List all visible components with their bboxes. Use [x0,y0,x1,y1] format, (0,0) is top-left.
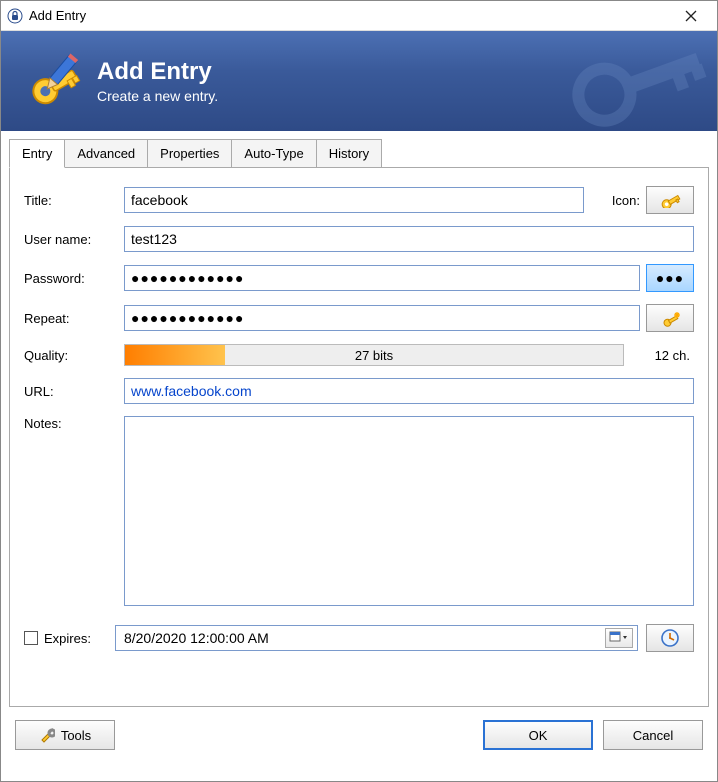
url-input[interactable] [124,378,694,404]
tab-history[interactable]: History [316,139,382,168]
expires-value: 8/20/2020 12:00:00 AM [124,630,269,646]
username-label: User name: [24,232,124,247]
expires-datepicker[interactable]: 8/20/2020 12:00:00 AM [115,625,638,651]
tools-icon [39,727,55,743]
quality-label: Quality: [24,348,124,363]
banner-subheading: Create a new entry. [97,88,218,104]
show-password-button[interactable]: ●●● [646,264,694,292]
tools-button[interactable]: Tools [15,720,115,750]
url-label: URL: [24,384,124,399]
key-pencil-icon [19,49,83,113]
banner-heading: Add Entry [97,58,218,86]
quality-chars: 12 ch. [630,348,690,363]
password-input[interactable] [124,265,640,291]
lock-icon [7,8,23,24]
tab-entry[interactable]: Entry [9,139,65,168]
tab-strip: Entry Advanced Properties Auto-Type Hist… [1,131,717,168]
repeat-label: Repeat: [24,311,124,326]
title-input[interactable] [124,187,584,213]
tools-label: Tools [61,728,91,743]
username-input[interactable] [124,226,694,252]
generate-password-button[interactable] [646,304,694,332]
tab-autotype[interactable]: Auto-Type [231,139,316,168]
entry-panel: Title: Icon: User name: [9,167,709,707]
icon-picker-button[interactable] [646,186,694,214]
clock-button[interactable] [646,624,694,652]
repeat-input[interactable] [124,305,640,331]
notes-label: Notes: [24,416,124,431]
expires-checkbox[interactable] [24,631,38,645]
tab-properties[interactable]: Properties [147,139,232,168]
password-label: Password: [24,271,124,286]
title-label: Title: [24,193,124,208]
quality-bar: 27 bits [124,344,624,366]
key-watermark-icon [552,31,717,131]
expires-label: Expires: [44,631,91,646]
tab-advanced[interactable]: Advanced [64,139,148,168]
quality-bits: 27 bits [355,348,393,363]
header-banner: Add Entry Create a new entry. [1,31,717,131]
close-button[interactable] [671,2,711,30]
notes-input[interactable] [124,416,694,606]
ok-button[interactable]: OK [483,720,593,750]
titlebar: Add Entry [1,1,717,31]
dialog-footer: Tools OK Cancel [1,708,717,762]
icon-label: Icon: [612,193,640,208]
window-title: Add Entry [29,8,671,23]
cancel-button[interactable]: Cancel [603,720,703,750]
calendar-dropdown-icon[interactable] [605,628,633,648]
